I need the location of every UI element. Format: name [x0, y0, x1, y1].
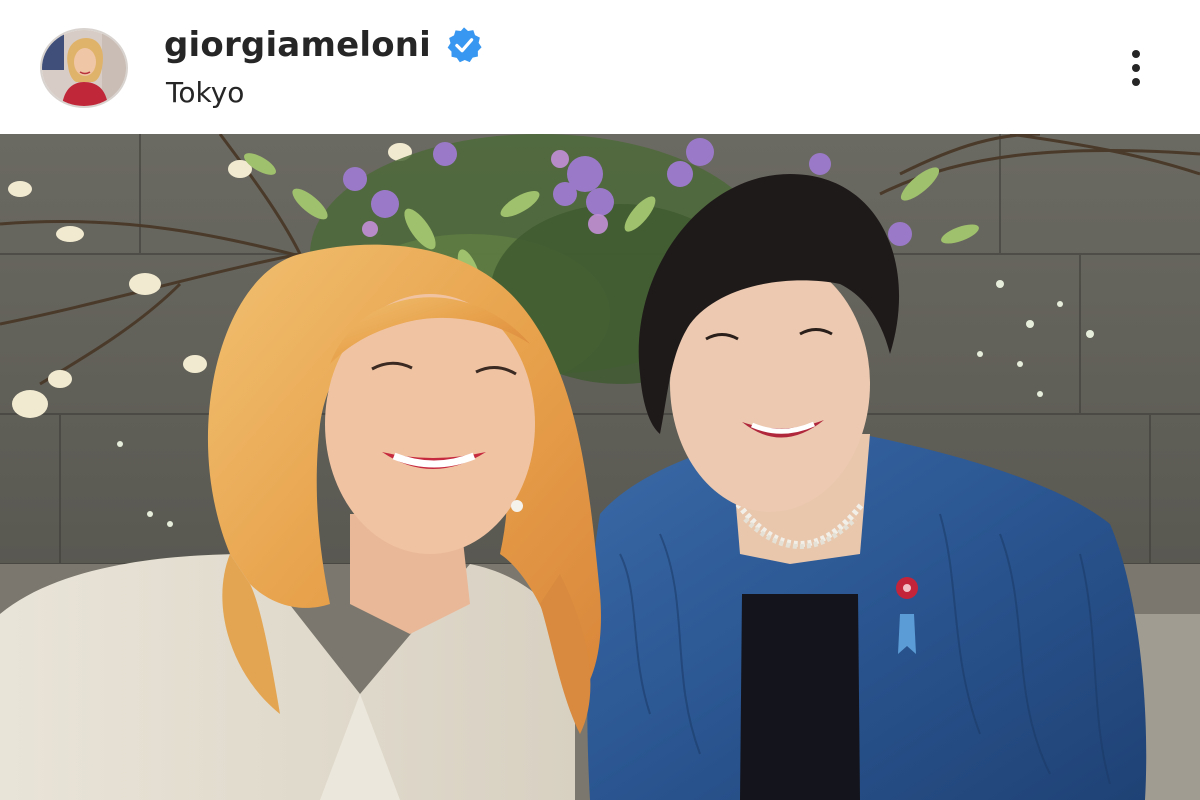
more-dot — [1132, 78, 1140, 86]
more-dot — [1132, 50, 1140, 58]
post-header: giorgiameloni Tokyo — [0, 0, 1200, 134]
verified-badge-icon — [445, 26, 483, 64]
more-dot — [1132, 64, 1140, 72]
post-photo[interactable] — [0, 134, 1200, 800]
username-row: giorgiameloni — [164, 22, 483, 68]
username[interactable]: giorgiameloni — [164, 25, 431, 65]
more-options-icon[interactable] — [1114, 40, 1158, 96]
profile-avatar[interactable] — [40, 28, 128, 108]
instagram-post: giorgiameloni Tokyo — [0, 0, 1200, 800]
post-location[interactable]: Tokyo — [166, 76, 244, 109]
